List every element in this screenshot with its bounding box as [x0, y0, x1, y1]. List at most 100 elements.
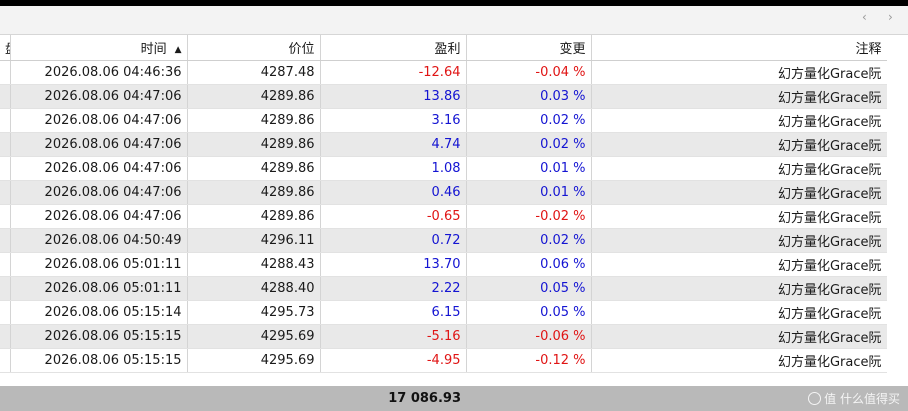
- cell-comment: 幻方量化Grace阮: [591, 300, 888, 325]
- cell-change: 0.02 %: [466, 108, 592, 133]
- cell-change: -0.04 %: [466, 60, 592, 85]
- table-row[interactable]: 2026.08.06 04:47:06 4289.86 0.46 0.01 % 幻方量化…: [0, 180, 888, 205]
- cell-profit: -4.95: [320, 348, 467, 373]
- cell-comment: 幻方量化Grace阮: [591, 276, 888, 301]
- cell-profit: -12.64: [320, 60, 467, 85]
- cell-price: 4289.86: [187, 156, 321, 181]
- cell-change: 0.03 %: [466, 84, 592, 109]
- cell-time: 2026.08.06 04:47:06: [10, 156, 188, 181]
- scroll-left-icon[interactable]: ‹: [862, 10, 867, 24]
- cell-change: -0.06 %: [466, 324, 592, 349]
- cell-change: 0.05 %: [466, 276, 592, 301]
- cell-clipped: [0, 324, 11, 349]
- cell-profit: -0.65: [320, 204, 467, 229]
- cell-time: 2026.08.06 04:46:36: [10, 60, 188, 85]
- cell-clipped: [0, 84, 11, 109]
- cell-profit: -5.16: [320, 324, 467, 349]
- cell-price: 4289.86: [187, 132, 321, 157]
- cell-clipped: [0, 204, 11, 229]
- cell-change: 0.06 %: [466, 252, 592, 277]
- column-header-profit[interactable]: 盈利: [320, 35, 467, 61]
- cell-profit: 2.22: [320, 276, 467, 301]
- cell-price: 4289.86: [187, 84, 321, 109]
- cell-price: 4288.43: [187, 252, 321, 277]
- cell-comment: 幻方量化Grace阮: [591, 84, 888, 109]
- table-row[interactable]: 2026.08.06 05:15:14 4295.73 6.15 0.05 % 幻方量化…: [0, 300, 888, 325]
- cell-clipped: [0, 156, 11, 181]
- trade-history-table: 盘 时间▲ 价位 盈利 变更 注释 2026.08.06 04:46:36428…: [0, 35, 888, 373]
- cell-comment: 幻方量化Grace阮: [591, 156, 888, 181]
- cell-price: 4296.11: [187, 228, 321, 253]
- cell-change: 0.05 %: [466, 300, 592, 325]
- watermark-logo-icon: [808, 392, 822, 405]
- cell-price: 4295.73: [187, 300, 321, 325]
- summary-bar: 17 086.93 值 什么值得买: [0, 386, 908, 411]
- cell-price: 4289.86: [187, 108, 321, 133]
- column-header-change[interactable]: 变更: [466, 35, 592, 61]
- cell-comment: 幻方量化Grace阮: [591, 348, 888, 373]
- cell-time: 2026.08.06 04:47:06: [10, 204, 188, 229]
- cell-time: 2026.08.06 05:15:14: [10, 300, 188, 325]
- column-header-comment[interactable]: 注释: [591, 35, 888, 61]
- cell-time: 2026.08.06 05:15:15: [10, 324, 188, 349]
- cell-comment: 幻方量化Grace阮: [591, 108, 888, 133]
- column-header-clipped[interactable]: 盘: [0, 35, 11, 61]
- cell-comment: 幻方量化Grace阮: [591, 204, 888, 229]
- cell-change: 0.02 %: [466, 132, 592, 157]
- cell-change: 0.01 %: [466, 180, 592, 205]
- cell-clipped: [0, 108, 11, 133]
- cell-change: -0.12 %: [466, 348, 592, 373]
- table-row[interactable]: 2026.08.06 05:15:15 4295.69 -4.95 -0.12 % 幻方…: [0, 348, 888, 373]
- cell-comment: 幻方量化Grace阮: [591, 228, 888, 253]
- column-header-time[interactable]: 时间 ▲: [10, 35, 188, 61]
- table-row[interactable]: 2026.08.06 04:46:36 4287.48 -12.64 -0.04 % 幻…: [0, 60, 888, 85]
- table-row[interactable]: 2026.08.06 04:47:06 4289.86 4.74 0.02 % 幻方量化…: [0, 132, 888, 157]
- cell-price: 4289.86: [187, 180, 321, 205]
- table-row[interactable]: 2026.08.06 04:47:06 4289.86 13.86 0.03 % 幻方量…: [0, 84, 888, 109]
- cell-price: 4295.69: [187, 324, 321, 349]
- table-row[interactable]: 2026.08.06 04:47:06 4289.86 1.08 0.01 % 幻方量化…: [0, 156, 888, 181]
- cell-time: 2026.08.06 04:47:06: [10, 180, 188, 205]
- table-row[interactable]: 2026.08.06 05:01:11 4288.40 2.22 0.05 % 幻方量化…: [0, 276, 888, 301]
- toolbar: ‹ ›: [0, 6, 908, 35]
- sort-ascending-icon: ▲: [174, 44, 182, 55]
- table-body: 2026.08.06 04:46:36 4287.48 -12.64 -0.04 % 幻…: [0, 60, 888, 373]
- cell-profit: 3.16: [320, 108, 467, 133]
- cell-profit: 0.46: [320, 180, 467, 205]
- column-header-time-label: 时间: [140, 41, 167, 57]
- total-profit: 17 086.93: [388, 391, 461, 406]
- cell-comment: 幻方量化Grace阮: [591, 60, 888, 85]
- cell-time: 2026.08.06 05:01:11: [10, 276, 188, 301]
- cell-comment: 幻方量化Grace阮: [591, 324, 888, 349]
- scrollbar-area[interactable]: [887, 35, 908, 386]
- scroll-right-icon[interactable]: ›: [888, 10, 893, 24]
- table-row[interactable]: 2026.08.06 04:47:06 4289.86 -0.65 -0.02 % 幻方…: [0, 204, 888, 229]
- cell-time: 2026.08.06 05:15:15: [10, 348, 188, 373]
- cell-time: 2026.08.06 04:47:06: [10, 108, 188, 133]
- cell-time: 2026.08.06 04:47:06: [10, 132, 188, 157]
- cell-time: 2026.08.06 04:50:49: [10, 228, 188, 253]
- table-row[interactable]: 2026.08.06 05:01:11 4288.43 13.70 0.06 % 幻方量…: [0, 252, 888, 277]
- cell-price: 4289.86: [187, 204, 321, 229]
- cell-comment: 幻方量化Grace阮: [591, 180, 888, 205]
- watermark: 值 什么值得买: [808, 390, 900, 407]
- cell-clipped: [0, 180, 11, 205]
- cell-clipped: [0, 228, 11, 253]
- cell-time: 2026.08.06 04:47:06: [10, 84, 188, 109]
- cell-profit: 1.08: [320, 156, 467, 181]
- cell-clipped: [0, 276, 11, 301]
- cell-clipped: [0, 132, 11, 157]
- column-header-price[interactable]: 价位: [187, 35, 321, 61]
- cell-comment: 幻方量化Grace阮: [591, 252, 888, 277]
- cell-price: 4295.69: [187, 348, 321, 373]
- cell-profit: 4.74: [320, 132, 467, 157]
- cell-price: 4288.40: [187, 276, 321, 301]
- watermark-text: 值 什么值得买: [824, 392, 900, 406]
- cell-change: -0.02 %: [466, 204, 592, 229]
- cell-clipped: [0, 60, 11, 85]
- table-row[interactable]: 2026.08.06 04:50:49 4296.11 0.72 0.02 % 幻方量化…: [0, 228, 888, 253]
- cell-comment: 幻方量化Grace阮: [591, 132, 888, 157]
- cell-time: 2026.08.06 05:01:11: [10, 252, 188, 277]
- table-row[interactable]: 2026.08.06 04:47:06 4289.86 3.16 0.02 % 幻方量化…: [0, 108, 888, 133]
- table-row[interactable]: 2026.08.06 05:15:15 4295.69 -5.16 -0.06 % 幻方…: [0, 324, 888, 349]
